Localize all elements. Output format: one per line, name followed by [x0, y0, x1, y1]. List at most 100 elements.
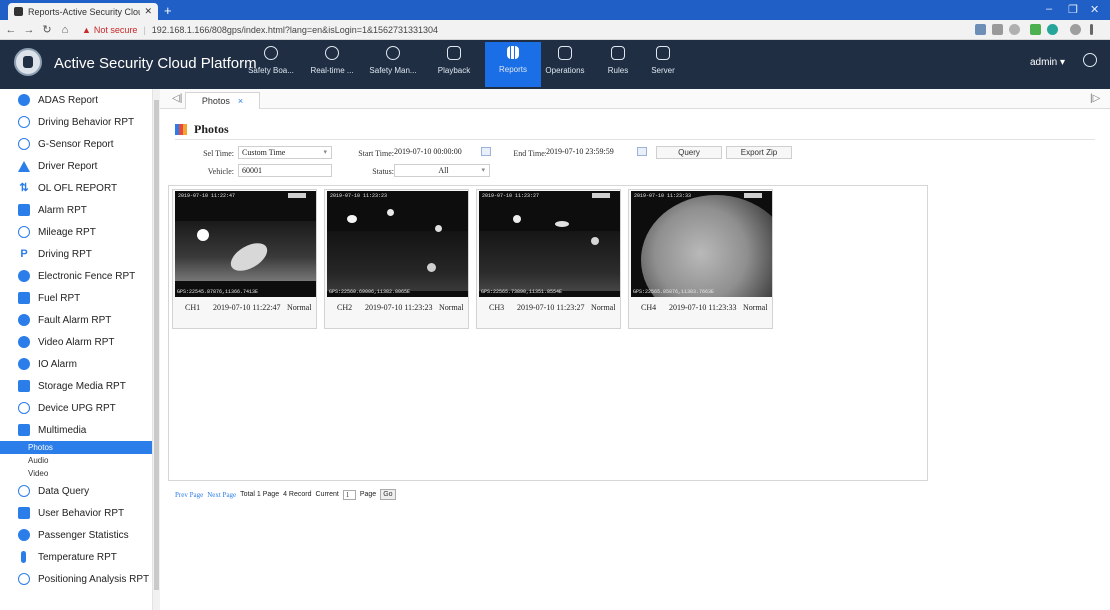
close-tab-icon[interactable]: ✕	[144, 6, 152, 17]
title-divider	[175, 139, 1095, 140]
url-field[interactable]: ▲ Not secure | 192.168.1.166/808gps/inde…	[82, 25, 438, 35]
sidebar-item-storage-media[interactable]: Storage Media RPT	[0, 375, 159, 397]
sidebar-item-label: OL OFL REPORT	[38, 182, 118, 194]
sel-time-select[interactable]: Custom Time ▾	[238, 146, 332, 159]
back-icon[interactable]: ←	[4, 24, 18, 36]
sidebar: ADAS Report Driving Behavior RPT G-Senso…	[0, 89, 160, 610]
maximize-button[interactable]: ❐	[1068, 3, 1078, 16]
nav-safety-board[interactable]: Safety Boa...	[243, 42, 299, 87]
sidebar-item-data-query[interactable]: Data Query	[0, 480, 159, 502]
warning-icon: ▲	[82, 24, 91, 35]
overexposed-lens	[641, 195, 772, 297]
power-icon[interactable]	[1083, 53, 1097, 67]
sidebar-item-mileage[interactable]: Mileage RPT	[0, 221, 159, 243]
translate-icon[interactable]	[975, 24, 986, 35]
sidebar-item-label: IO Alarm	[38, 358, 77, 370]
sidebar-item-io-alarm[interactable]: IO Alarm	[0, 353, 159, 375]
sidebar-item-electronic-fence[interactable]: Electronic Fence RPT	[0, 265, 159, 287]
home-icon[interactable]: ⌂	[58, 24, 72, 36]
nav-playback[interactable]: Playback	[426, 42, 482, 87]
nav-operations[interactable]: Operations	[537, 42, 593, 87]
sidebar-item-label: G-Sensor Report	[38, 138, 114, 150]
rules-icon	[611, 46, 625, 60]
sidebar-subitem-photos[interactable]: Photos	[0, 441, 152, 454]
key-icon[interactable]	[992, 24, 1003, 35]
photo-card[interactable]: 2019-07-10 11:23:33 GPS:22565.85876,1138…	[628, 189, 773, 329]
sidebar-item-label: Multimedia	[38, 424, 87, 436]
vehicle-input[interactable]: 60001	[238, 164, 332, 177]
sidebar-item-positioning-analysis[interactable]: Positioning Analysis RPT	[0, 568, 159, 590]
photo-thumbnail[interactable]: 2019-07-10 11:22:47 GPS:22545.87876,1136…	[175, 191, 316, 297]
go-button[interactable]: Go	[380, 489, 396, 500]
new-tab-button[interactable]: +	[164, 3, 172, 18]
sidebar-item-temperature[interactable]: Temperature RPT	[0, 546, 159, 568]
play-circle-icon	[386, 46, 400, 60]
sidebar-item-video-alarm[interactable]: Video Alarm RPT	[0, 331, 159, 353]
sidebar-scroll-thumb[interactable]	[154, 100, 159, 590]
minimize-button[interactable]: –	[1046, 3, 1052, 15]
tab-photos[interactable]: Photos ×	[185, 92, 260, 109]
photo-thumbnail[interactable]: 2019-07-10 11:23:27 GPS:22565.73890,1135…	[479, 191, 620, 297]
sidebar-item-alarm[interactable]: Alarm RPT	[0, 199, 159, 221]
sidebar-item-ol-ofl[interactable]: ⇅ OL OFL REPORT	[0, 177, 159, 199]
tabs-scroll-left-icon[interactable]: ◁|	[172, 93, 182, 104]
extension-green-icon[interactable]	[1047, 24, 1058, 35]
start-time-input[interactable]: 2019-07-10 00:00:00	[394, 146, 490, 159]
sidebar-item-driving[interactable]: P Driving RPT	[0, 243, 159, 265]
export-zip-button[interactable]: Export Zip	[726, 146, 792, 159]
photo-caption: CH3 2019-07-10 11:23:27 Normal	[477, 303, 622, 312]
sidebar-item-passenger-statistics[interactable]: Passenger Statistics	[0, 524, 159, 546]
close-window-button[interactable]: ✕	[1090, 3, 1099, 16]
browser-tab[interactable]: Reports-Active Security Cloud ✕	[8, 3, 158, 20]
sidebar-subitem-video[interactable]: Video	[0, 467, 159, 480]
sidebar-item-adas-report[interactable]: ADAS Report	[0, 89, 159, 111]
sidebar-item-multimedia[interactable]: Multimedia	[0, 419, 159, 441]
osd-badge	[744, 193, 762, 198]
reload-icon[interactable]: ↻	[40, 23, 54, 36]
photo-thumbnail[interactable]: 2019-07-10 11:23:33 GPS:22565.85876,1138…	[631, 191, 772, 297]
bookmark-star-icon[interactable]	[1009, 24, 1020, 35]
tabs-scroll-right-icon[interactable]: |▷	[1090, 93, 1100, 104]
user-menu[interactable]: admin ▾	[1030, 57, 1065, 68]
sidebar-item-fuel[interactable]: Fuel RPT	[0, 287, 159, 309]
photos-title-icon	[175, 124, 187, 135]
sidebar-item-label: Fault Alarm RPT	[38, 314, 112, 326]
profile-icon[interactable]	[1070, 24, 1081, 35]
next-page-link[interactable]: Next Page	[207, 491, 236, 499]
sidebar-item-user-behavior[interactable]: User Behavior RPT	[0, 502, 159, 524]
nav-server[interactable]: Server	[635, 42, 691, 87]
status-select[interactable]: All ▾	[394, 164, 490, 177]
menu-kebab-icon[interactable]	[1090, 24, 1093, 35]
extension-icon[interactable]	[1030, 24, 1041, 35]
sidebar-item-device-upg[interactable]: Device UPG RPT	[0, 397, 159, 419]
bar-chart-icon	[507, 46, 519, 59]
osd-badge	[592, 193, 610, 198]
photo-card[interactable]: 2019-07-10 11:22:47 GPS:22545.87876,1136…	[172, 189, 317, 329]
app-title: Active Security Cloud Platform	[54, 55, 257, 72]
nav-safety-management[interactable]: Safety Man...	[365, 42, 421, 87]
nav-reports[interactable]: Reports	[485, 42, 541, 87]
data-query-icon	[18, 485, 30, 497]
photo-card[interactable]: 2019-07-10 11:23:27 GPS:22565.73890,1135…	[476, 189, 621, 329]
sidebar-subitem-audio[interactable]: Audio	[0, 454, 159, 467]
browser-tab-title: Reports-Active Security Cloud	[28, 6, 141, 17]
sidebar-subitem-label: Photos	[28, 443, 53, 452]
sidebar-item-driver-report[interactable]: Driver Report	[0, 155, 159, 177]
calendar-icon[interactable]	[637, 147, 647, 156]
sidebar-item-fault-alarm[interactable]: Fault Alarm RPT	[0, 309, 159, 331]
sidebar-item-g-sensor[interactable]: G-Sensor Report	[0, 133, 159, 155]
photo-card[interactable]: 2019-07-10 11:23:23 GPS:22560.69006,1138…	[324, 189, 469, 329]
calendar-icon[interactable]	[481, 147, 491, 156]
nav-realtime[interactable]: Real-time ...	[304, 42, 360, 87]
device-upgrade-icon	[18, 402, 30, 414]
shield-icon	[18, 94, 30, 106]
sidebar-item-driving-behavior[interactable]: Driving Behavior RPT	[0, 111, 159, 133]
forward-icon[interactable]: →	[22, 24, 36, 36]
end-time-input[interactable]: 2019-07-10 23:59:59	[546, 146, 642, 159]
close-tab-icon[interactable]: ×	[238, 96, 243, 106]
prev-page-link[interactable]: Prev Page	[175, 491, 203, 499]
current-page-input[interactable]: 1	[342, 489, 356, 500]
query-button[interactable]: Query	[656, 146, 722, 159]
photo-thumbnail[interactable]: 2019-07-10 11:23:23 GPS:22560.69006,1138…	[327, 191, 468, 297]
fuel-icon	[18, 292, 30, 304]
